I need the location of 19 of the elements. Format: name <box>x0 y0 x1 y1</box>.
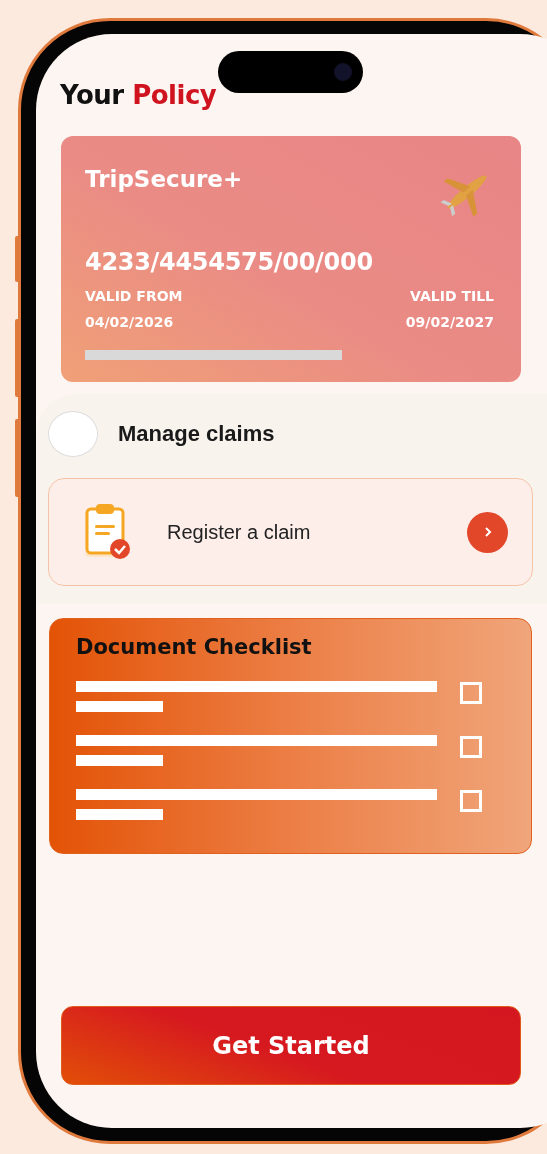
valid-till-date: 09/02/2027 <box>405 314 494 330</box>
checkbox[interactable] <box>460 736 482 758</box>
valid-from-date: 04/02/2026 <box>85 314 174 330</box>
checklist-title: Document Checklist <box>76 635 313 659</box>
get-started-button[interactable]: Get Started <box>61 1006 521 1085</box>
register-claim-card[interactable]: Register a claim <box>48 478 533 586</box>
policy-number: 4233/4454575/00/000 <box>85 248 374 276</box>
plan-name: TripSecure+ <box>85 166 243 192</box>
clipboard-check-icon <box>83 503 131 561</box>
section-title: Manage claims <box>118 421 275 447</box>
chevron-right-button[interactable] <box>467 511 508 553</box>
valid-from-label: VALID FROM <box>85 288 183 304</box>
register-claim-label: Register a claim <box>167 520 312 544</box>
chevron-right-icon <box>482 526 493 538</box>
page-title: Your Policy <box>60 80 218 110</box>
checkbox[interactable] <box>460 682 482 704</box>
checkbox[interactable] <box>460 790 482 812</box>
valid-till-label: VALID TILL <box>410 288 494 304</box>
circle-placeholder <box>48 411 98 457</box>
